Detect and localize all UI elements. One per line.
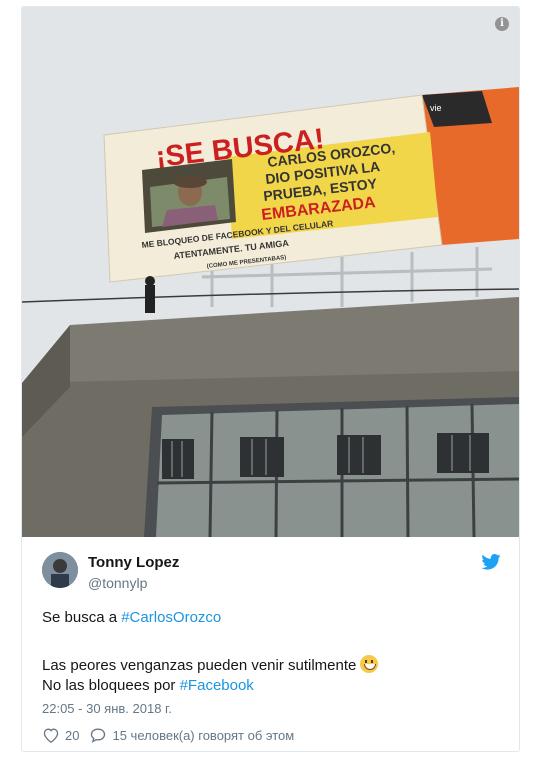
heart-icon[interactable] bbox=[42, 727, 60, 743]
author-handle[interactable]: @tonnylp bbox=[88, 575, 147, 591]
tweet-text-line-2: Las peores venganzas pueden venir sutilm… bbox=[42, 655, 379, 674]
tweet-text-prefix: No las bloquees por bbox=[42, 677, 180, 694]
like-count[interactable]: 20 bbox=[65, 728, 79, 743]
conversation-count[interactable]: 15 человек(а) говорят об этом bbox=[112, 728, 294, 743]
tweet-photo[interactable]: vie ¡SE BUSCA! CARLOS OROZCO, DIO POSITI… bbox=[22, 7, 519, 537]
tweet-text-prefix: Se busca a bbox=[42, 609, 122, 626]
reply-bubble-icon[interactable] bbox=[89, 727, 107, 743]
info-icon[interactable]: i bbox=[495, 17, 509, 31]
grinning-face-emoji-icon bbox=[360, 655, 379, 673]
tweet-body: Tonny Lopez @tonnylp Se busca a #CarlosO… bbox=[22, 537, 519, 751]
author-name[interactable]: Tonny Lopez bbox=[88, 554, 179, 571]
tweet-text-line-1: Se busca a #CarlosOrozco bbox=[42, 609, 221, 626]
tweet-text-line-3: No las bloquees por #Facebook bbox=[42, 677, 254, 694]
tweet-timestamp[interactable]: 22:05 - 30 янв. 2018 г. bbox=[42, 701, 172, 716]
twitter-bird-icon[interactable] bbox=[481, 554, 501, 570]
hashtag-carlos-orozco[interactable]: #CarlosOrozco bbox=[121, 609, 221, 626]
embedded-tweet-card: vie ¡SE BUSCA! CARLOS OROZCO, DIO POSITI… bbox=[21, 6, 520, 752]
tweet-text: Las peores venganzas pueden venir sutilm… bbox=[42, 657, 357, 674]
side-ad-text: vie bbox=[430, 103, 442, 113]
hashtag-facebook[interactable]: #Facebook bbox=[180, 677, 254, 694]
avatar[interactable] bbox=[42, 552, 78, 588]
billboard-scene: vie ¡SE BUSCA! CARLOS OROZCO, DIO POSITI… bbox=[22, 7, 519, 537]
tweet-actions: 20 15 человек(а) говорят об этом bbox=[42, 727, 294, 743]
